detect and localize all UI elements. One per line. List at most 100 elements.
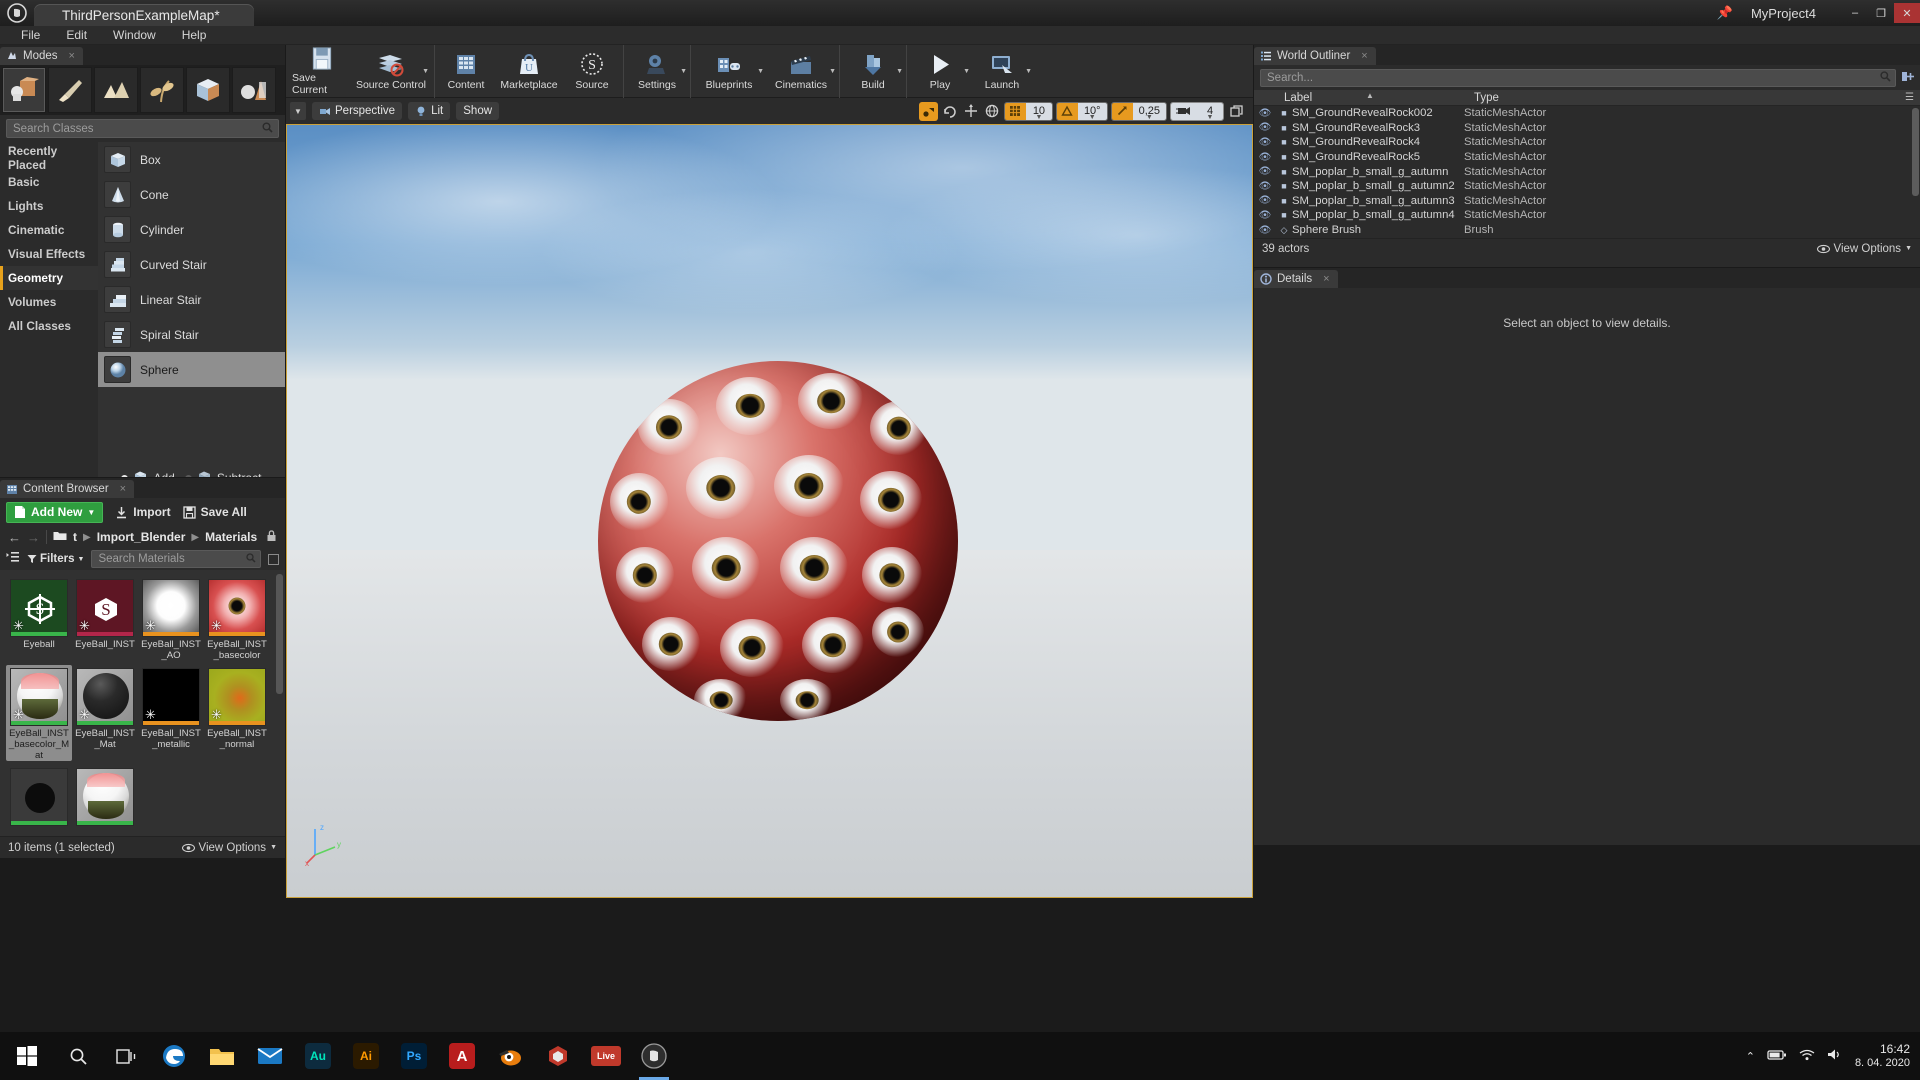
move-gizmo-icon[interactable]	[962, 102, 980, 120]
chevron-down-icon[interactable]: ▼	[1025, 68, 1032, 75]
camera-speed-control[interactable]: 4 ▼	[1170, 101, 1224, 121]
asset-item[interactable]: S ✳ Eyeball	[6, 576, 72, 661]
viewport-canvas[interactable]: z y x	[286, 124, 1253, 898]
chevron-down-icon[interactable]: ▼	[680, 68, 687, 75]
live-icon[interactable]: Live	[582, 1032, 630, 1080]
table-row[interactable]: 👁 ■ SM_poplar_b_small_g_autumn StaticMes…	[1254, 164, 1920, 179]
close-icon[interactable]: ×	[69, 50, 75, 62]
chevron-down-icon[interactable]: ▼	[757, 68, 764, 75]
asset-item[interactable]: ✳ EyeBall_INST_normal	[204, 665, 270, 761]
filters-button[interactable]: Filters ▼	[27, 553, 84, 565]
column-label-header[interactable]: Label	[1254, 92, 1312, 104]
class-item-linear-stair[interactable]: Linear Stair	[98, 282, 285, 317]
class-item-box[interactable]: Box	[98, 142, 285, 177]
tray-chevron-icon[interactable]: ⌃	[1746, 1050, 1755, 1063]
build-button[interactable]: Build ▼	[842, 46, 904, 96]
settings-button[interactable]: Settings ▼	[626, 46, 688, 96]
volume-icon[interactable]	[1827, 1048, 1843, 1064]
asset-item[interactable]: ✳ EyeBall_INST_metallic	[138, 665, 204, 761]
visibility-eye-icon[interactable]: 👁	[1254, 210, 1276, 221]
tab-modes[interactable]: Modes ×	[0, 47, 83, 65]
acrobat-icon[interactable]: A	[438, 1032, 486, 1080]
asset-grid-scrollbar[interactable]	[276, 574, 283, 694]
category-lights[interactable]: Lights	[0, 194, 98, 218]
lighting-mode-selector[interactable]: Lit	[408, 102, 451, 120]
maximize-button[interactable]: ❐	[1868, 3, 1894, 23]
marketplace-button[interactable]: U Marketplace	[495, 46, 563, 96]
save-current-button[interactable]: Save Current	[292, 46, 352, 96]
class-item-cone[interactable]: Cone	[98, 177, 285, 212]
table-row[interactable]: 👁 ■ SM_GroundRevealRock4 StaticMeshActor	[1254, 135, 1920, 150]
unity-hub-icon[interactable]	[534, 1032, 582, 1080]
category-all-classes[interactable]: All Classes	[0, 314, 98, 338]
chevron-down-icon[interactable]: ▼	[829, 68, 836, 75]
tab-details[interactable]: Details ×	[1254, 270, 1338, 288]
asset-thumbnail[interactable]: S ✳	[76, 579, 134, 637]
column-type-header[interactable]: Type	[1474, 92, 1499, 104]
table-row[interactable]: 👁 ■ SM_GroundRevealRock5 StaticMeshActor	[1254, 150, 1920, 165]
scale-snap-control[interactable]: 0,25 ▼	[1110, 101, 1167, 121]
scale-snap-value[interactable]: 0,25 ▼	[1132, 102, 1166, 120]
minimize-button[interactable]: –	[1842, 3, 1868, 23]
blender-icon[interactable]	[486, 1032, 534, 1080]
asset-item[interactable]: ✳ EyeBall_INST_basecolor	[204, 576, 270, 661]
add-actor-icon[interactable]	[1901, 70, 1914, 86]
world-coordinate-icon[interactable]	[983, 102, 1001, 120]
chevron-down-icon[interactable]: ▼	[896, 68, 903, 75]
asset-thumbnail[interactable]: ✳	[142, 668, 200, 726]
rotation-snap-value[interactable]: 10° ▼	[1077, 102, 1107, 120]
blueprints-button[interactable]: Blueprints ▼	[693, 46, 765, 96]
category-recently-placed[interactable]: Recently Placed	[0, 144, 98, 172]
battery-icon[interactable]	[1767, 1049, 1787, 1064]
table-row[interactable]: 👁 ■ SM_GroundRevealRock002 StaticMeshAct…	[1254, 106, 1920, 121]
rotation-lock-icon[interactable]	[941, 102, 959, 120]
chevron-down-icon[interactable]: ▼	[963, 68, 970, 75]
asset-thumbnail[interactable]: S ✳	[10, 579, 68, 637]
search-materials-input[interactable]: Search Materials	[91, 550, 261, 568]
geometry-editing-mode-button[interactable]	[186, 67, 230, 113]
asset-thumbnail[interactable]: ✳	[76, 668, 134, 726]
close-icon[interactable]: ×	[1361, 50, 1367, 62]
column-options-icon[interactable]: ☰	[1905, 92, 1914, 103]
category-volumes[interactable]: Volumes	[0, 290, 98, 314]
foliage-mode-button[interactable]	[140, 67, 184, 113]
asset-item[interactable]	[72, 765, 138, 828]
outliner-view-options-button[interactable]: View Options ▼	[1816, 243, 1912, 255]
table-row[interactable]: 👁 ■ SM_poplar_b_small_g_autumn4 StaticMe…	[1254, 208, 1920, 223]
content-button[interactable]: Content	[437, 46, 495, 96]
perspective-selector[interactable]: Perspective	[312, 102, 403, 120]
category-basic[interactable]: Basic	[0, 170, 98, 194]
breadcrumb-import-blender[interactable]: Import_Blender	[97, 530, 186, 544]
asset-thumbnail[interactable]	[10, 768, 68, 826]
class-item-spiral-stair[interactable]: Spiral Stair	[98, 317, 285, 352]
class-item-curved-stair[interactable]: Curved Stair	[98, 247, 285, 282]
category-geometry[interactable]: Geometry	[0, 266, 98, 290]
visibility-eye-icon[interactable]: 👁	[1254, 152, 1276, 163]
breadcrumb-root[interactable]: t	[73, 530, 77, 544]
maximize-viewport-icon[interactable]	[1227, 102, 1245, 120]
play-button[interactable]: Play ▼	[909, 46, 971, 96]
asset-item[interactable]: S ✳ EyeBall_INST	[72, 576, 138, 661]
view-options-button[interactable]: View Options ▼	[181, 842, 277, 854]
asset-thumbnail[interactable]: ✳	[10, 668, 68, 726]
close-icon[interactable]: ×	[120, 483, 126, 495]
viewport-options-button[interactable]: ▼	[290, 102, 306, 120]
table-row[interactable]: 👁 ◇ Sphere Brush Brush	[1254, 223, 1920, 238]
asset-item[interactable]	[6, 765, 72, 828]
visibility-eye-icon[interactable]: 👁	[1254, 225, 1276, 236]
lock-icon[interactable]	[266, 529, 277, 545]
menu-edit[interactable]: Edit	[53, 26, 100, 45]
search-icon[interactable]	[54, 1032, 102, 1080]
save-all-button[interactable]: Save All	[182, 505, 247, 519]
audition-icon[interactable]: Au	[294, 1032, 342, 1080]
scale-snap-toggle[interactable]	[1111, 102, 1133, 120]
source-control-button[interactable]: Source Control ▼	[352, 46, 430, 96]
forward-button[interactable]: →	[27, 530, 40, 545]
table-row[interactable]: 👁 ■ SM_poplar_b_small_g_autumn3 StaticMe…	[1254, 194, 1920, 209]
outliner-scrollbar[interactable]	[1912, 108, 1919, 196]
class-item-cylinder[interactable]: Cylinder	[98, 212, 285, 247]
asset-item[interactable]: ✳ EyeBall_INST_AO	[138, 576, 204, 661]
map-tab[interactable]: ThirdPersonExampleMap*	[34, 4, 254, 26]
grid-snap-toggle[interactable]	[1004, 102, 1026, 120]
asset-thumbnail[interactable]: ✳	[142, 579, 200, 637]
